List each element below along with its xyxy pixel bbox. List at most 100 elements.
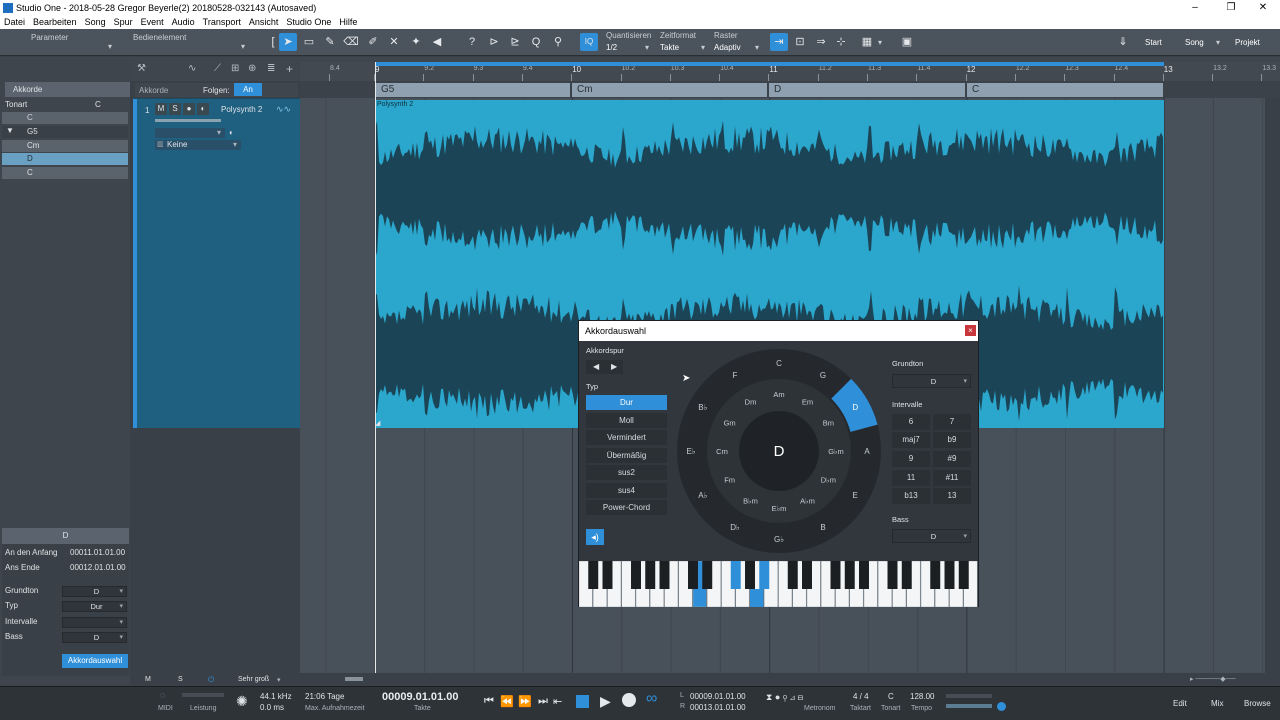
record-arm-button[interactable]: ● — [183, 103, 195, 115]
middle-chord-label[interactable]: B♭m — [743, 496, 758, 505]
outer-chord-label[interactable]: A♭ — [698, 491, 707, 500]
outer-chord-label[interactable]: C — [776, 359, 782, 368]
grid-dropdown-icon[interactable]: ▾ — [755, 43, 759, 52]
tempo-display[interactable]: 128.00 — [910, 692, 934, 701]
chord-list-item[interactable]: C — [2, 112, 128, 124]
outer-chord-label[interactable]: F — [733, 371, 738, 380]
piano-black-key[interactable] — [745, 561, 755, 589]
time-signature[interactable]: 4 / 4 — [853, 692, 869, 701]
parameter-dropdown-icon[interactable]: ▾ — [108, 42, 112, 51]
start-value[interactable]: 00011.01.01.00 — [70, 546, 125, 560]
menu-datei[interactable]: Datei — [0, 16, 29, 27]
middle-chord-label[interactable]: E♭m — [772, 504, 787, 513]
outer-chord-label[interactable]: D♭ — [730, 523, 740, 532]
interval-b13-button[interactable]: b13 — [892, 488, 930, 504]
eraser-tool-icon[interactable]: ⌫ — [342, 33, 360, 51]
song-page-button[interactable]: Song — [1185, 38, 1204, 47]
middle-chord-label[interactable]: Em — [802, 398, 813, 407]
layout-grid-icon[interactable]: ▦ — [858, 33, 876, 51]
chord-list-item[interactable]: Cm — [2, 140, 128, 152]
piano-black-key[interactable] — [659, 561, 670, 589]
piano-black-key[interactable] — [688, 561, 698, 589]
piano-black-key[interactable] — [944, 561, 955, 589]
middle-chord-label[interactable]: Fm — [724, 476, 735, 485]
range-tool-icon[interactable]: ▭ — [300, 33, 318, 51]
root-dropdown[interactable]: D — [62, 586, 127, 597]
close-window-button[interactable]: ✕ — [1246, 0, 1280, 16]
minimize-button[interactable]: – — [1178, 0, 1212, 16]
global-mute-button[interactable]: M — [145, 676, 151, 683]
snap-icon[interactable]: ⊳ — [485, 33, 503, 51]
menu-bearbeiten[interactable]: Bearbeiten — [29, 16, 81, 27]
piano-black-key[interactable] — [759, 561, 770, 589]
marker-icon[interactable]: ⊡ — [791, 33, 809, 51]
type-major-button[interactable]: Dur — [586, 395, 667, 410]
outer-chord-label[interactable]: D — [852, 403, 858, 412]
type-power-chord-button[interactable]: Power-Chord — [586, 500, 667, 515]
tune-icon[interactable]: ≣ — [267, 63, 275, 74]
record-button[interactable] — [622, 693, 636, 707]
dock-down-icon[interactable]: ⇓ — [1114, 33, 1132, 51]
paint-tool-icon[interactable]: ✐ — [364, 33, 382, 51]
input-dropdown[interactable]: Keine — [155, 140, 241, 150]
chord-event[interactable]: D — [769, 83, 966, 97]
song-dropdown-icon[interactable]: ▾ — [1216, 38, 1220, 47]
output-dropdown-icon[interactable]: ▾ — [217, 128, 221, 137]
rewind-icon[interactable]: ⏪ — [500, 695, 514, 708]
dialog-close-button[interactable]: × — [965, 325, 976, 336]
global-solo-button[interactable]: S — [178, 676, 183, 683]
interval-11-button[interactable]: 11 — [892, 470, 930, 486]
mix-view-button[interactable]: Mix — [1211, 699, 1223, 708]
snapshot-icon[interactable]: ▣ — [898, 33, 916, 51]
loop-end[interactable]: 00013.01.01.00 — [690, 703, 746, 712]
interval-7-button[interactable]: 7 — [933, 414, 971, 430]
piano-black-key[interactable] — [802, 561, 812, 589]
interval-9-button[interactable]: 9 — [892, 451, 930, 467]
snap-event-icon[interactable]: ⊵ — [506, 33, 524, 51]
track-height-dropdown-icon[interactable]: ▾ — [277, 676, 281, 684]
master-volume-knob[interactable] — [997, 702, 1006, 711]
timeline-ruler[interactable]: 8.4 9 9.2 9.3 9.4 10 10.2 10.3 10.4 11 11.2 11.3 11.… — [300, 62, 1280, 81]
middle-chord-label[interactable]: Bm — [823, 419, 834, 428]
key-display[interactable]: C — [888, 692, 894, 701]
end-icon[interactable]: ⏭ — [538, 695, 548, 708]
piano-black-key[interactable] — [859, 561, 869, 589]
link-icon[interactable]: ⚲ — [549, 33, 567, 51]
edit-view-button[interactable]: Edit — [1173, 699, 1187, 708]
middle-chord-label[interactable]: Cm — [716, 447, 728, 456]
help-icon[interactable]: ? — [463, 33, 481, 51]
split-tool-icon[interactable]: ⇥ — [770, 33, 788, 51]
position-display[interactable]: 00009.01.01.00 — [382, 691, 458, 703]
middle-chord-label[interactable]: Am — [773, 390, 784, 399]
interval-sharp9-button[interactable]: #9 — [933, 451, 971, 467]
outer-chord-label[interactable]: A — [864, 447, 870, 456]
chord-event[interactable]: C — [967, 83, 1164, 97]
return-to-zero-icon[interactable]: ⏮ — [484, 695, 494, 708]
pencil-tool-icon[interactable]: ✎ — [321, 33, 339, 51]
chord-list-item-selected[interactable]: D — [2, 153, 128, 165]
power-icon[interactable]: ⏻ — [208, 675, 214, 685]
maximize-button[interactable]: ❐ — [1214, 0, 1248, 16]
loop-range-bar[interactable] — [375, 62, 1164, 66]
browse-view-button[interactable]: Browse — [1244, 699, 1271, 708]
project-page-button[interactable]: Projekt — [1235, 38, 1260, 47]
menu-spur[interactable]: Spur — [110, 16, 137, 27]
vertical-scrollbar[interactable] — [1268, 98, 1276, 673]
stop-button[interactable] — [576, 695, 589, 708]
type-diminished-button[interactable]: Vermindert — [586, 430, 667, 445]
metronome-icon[interactable]: ⧗ ● ⚲ ⊿ ⊟ — [766, 692, 803, 703]
outer-chord-label[interactable]: G — [820, 371, 826, 380]
piano-black-key[interactable] — [588, 561, 599, 589]
folder-icon[interactable]: ⊕ — [248, 63, 256, 74]
piano-black-key[interactable] — [887, 561, 898, 589]
circle-of-fifths[interactable]: C G D A E B G♭ D♭ A♭ E♭ B♭ F Am Em Bm G♭m D♭m A♭m E♭m B♭m Fm… — [676, 348, 882, 554]
menu-ansicht[interactable]: Ansicht — [245, 16, 283, 27]
middle-chord-label[interactable]: A♭m — [800, 496, 815, 505]
mute-tool-icon[interactable]: ✕ — [385, 33, 403, 51]
zoom-tool-icon[interactable]: Q — [527, 33, 545, 51]
intervals-dropdown[interactable] — [62, 617, 127, 628]
zoom-slider[interactable]: ▸ ─────◆── — [1190, 675, 1270, 685]
piano-black-key[interactable] — [930, 561, 941, 589]
middle-chord-label[interactable]: Dm — [745, 398, 757, 407]
piano-black-key[interactable] — [631, 561, 641, 589]
